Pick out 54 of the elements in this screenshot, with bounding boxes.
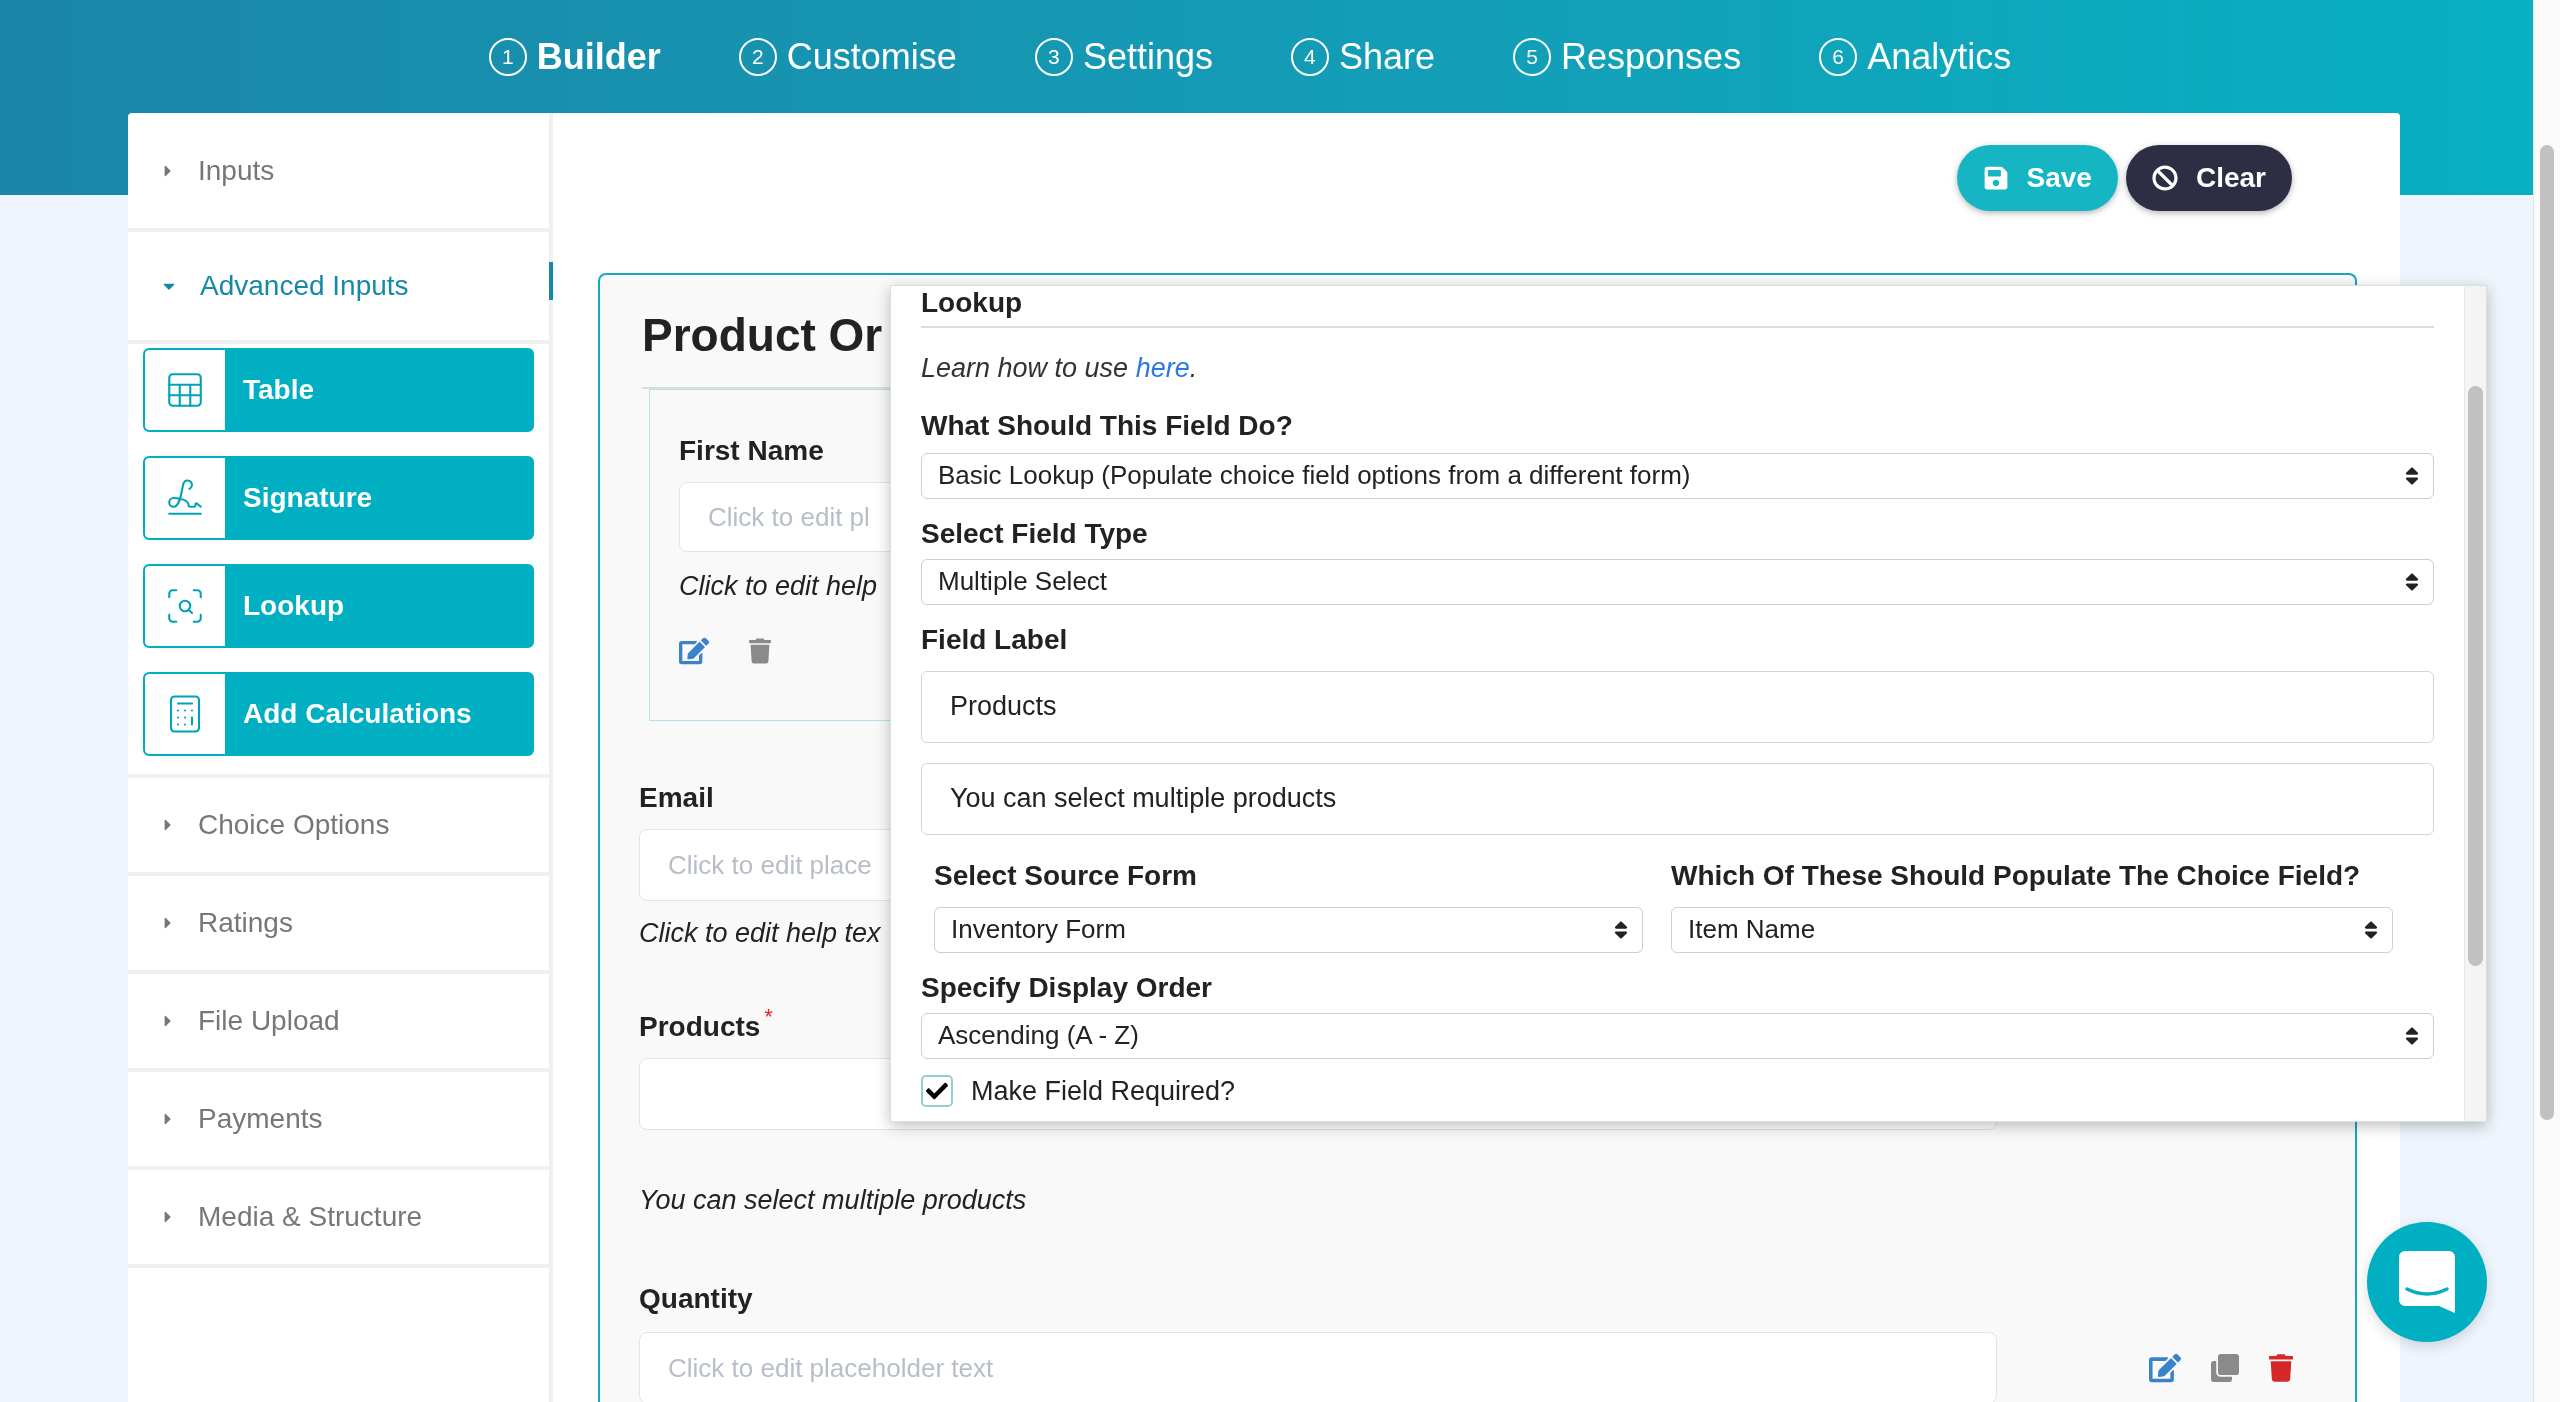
help-text: You can select multiple products [639, 1183, 1027, 1217]
help-text: Click to edit help tex [639, 917, 881, 950]
populate-field-select[interactable]: Item Name [1671, 906, 2393, 953]
step-tab[interactable]: 3 Settings [1034, 29, 1213, 84]
save-button[interactable]: Save [1956, 145, 2118, 211]
sidebar-section[interactable]: Payments [128, 1072, 549, 1170]
form-title: Product Or [642, 308, 883, 363]
copy-icon[interactable] [2211, 1354, 2239, 1382]
display-order-select[interactable]: Ascending (A - Z) [921, 1012, 2434, 1059]
field-label: Quantity [639, 1282, 753, 1316]
field-label: First Name [679, 434, 824, 468]
chat-bubble-icon [2399, 1251, 2455, 1313]
required-mark: * [764, 1002, 773, 1031]
field-label: Specify Display Order [921, 970, 1213, 1005]
field-type-button[interactable]: Signature [143, 456, 534, 540]
step-tab[interactable]: 6 Analytics [1819, 29, 2012, 84]
step-tab[interactable]: 4 Share [1290, 29, 1436, 84]
field-type-button[interactable]: Lookup [143, 564, 534, 648]
field-type-button[interactable]: Add Calculations [143, 672, 534, 756]
help-link[interactable]: here [1135, 353, 1190, 383]
sidebar-section[interactable]: Advanced Inputs [128, 232, 549, 344]
source-form-select[interactable]: Inventory Form [934, 906, 1643, 953]
field-label: What Should This Field Do? [921, 408, 1294, 443]
purpose-select[interactable]: Basic Lookup (Populate choice field options from a different form) [921, 452, 2434, 499]
sidebar-section[interactable]: Ratings [128, 876, 549, 974]
sidebar-section[interactable]: File Upload [128, 974, 549, 1072]
active-indicator [549, 262, 553, 300]
help-text-input[interactable]: You can select multiple products [921, 762, 2434, 835]
edit-icon[interactable] [2149, 1353, 2181, 1383]
field-label: Select Field Type [921, 516, 1149, 551]
sidebar-section[interactable]: Choice Options [128, 778, 549, 876]
panel-title: Lookup [921, 286, 1024, 320]
field-type-button[interactable]: Table [143, 348, 534, 432]
help-text: Click to edit help [679, 570, 878, 603]
field-type-select[interactable]: Multiple Select [921, 558, 2434, 605]
field-label: Email [639, 781, 714, 815]
field-label: Products [639, 1009, 761, 1044]
checkbox-label: Make Field Required? [971, 1074, 1236, 1108]
field-label: Select Source Form [934, 858, 1198, 893]
field-label: Field Label [921, 622, 1069, 657]
edit-icon[interactable] [679, 636, 709, 665]
step-tab[interactable]: 2 Customise [738, 29, 957, 84]
trash-icon[interactable] [749, 637, 771, 664]
sidebar-section[interactable]: Inputs [128, 113, 549, 232]
label-input[interactable]: Products [921, 670, 2434, 743]
required-checkbox[interactable] [921, 1074, 953, 1107]
help-text: Learn how to use here. [921, 352, 1199, 385]
step-tab[interactable]: 1 Builder [488, 29, 661, 84]
clear-button[interactable]: Clear [2125, 145, 2292, 211]
field-label: Which Of These Should Populate The Choice Field? [1671, 858, 2362, 893]
trash-icon[interactable] [2269, 1354, 2293, 1382]
sidebar-section[interactable]: Media & Structure [128, 1170, 549, 1268]
ban-icon [2151, 165, 2178, 191]
step-tab[interactable]: 5 Responses [1513, 29, 1742, 84]
